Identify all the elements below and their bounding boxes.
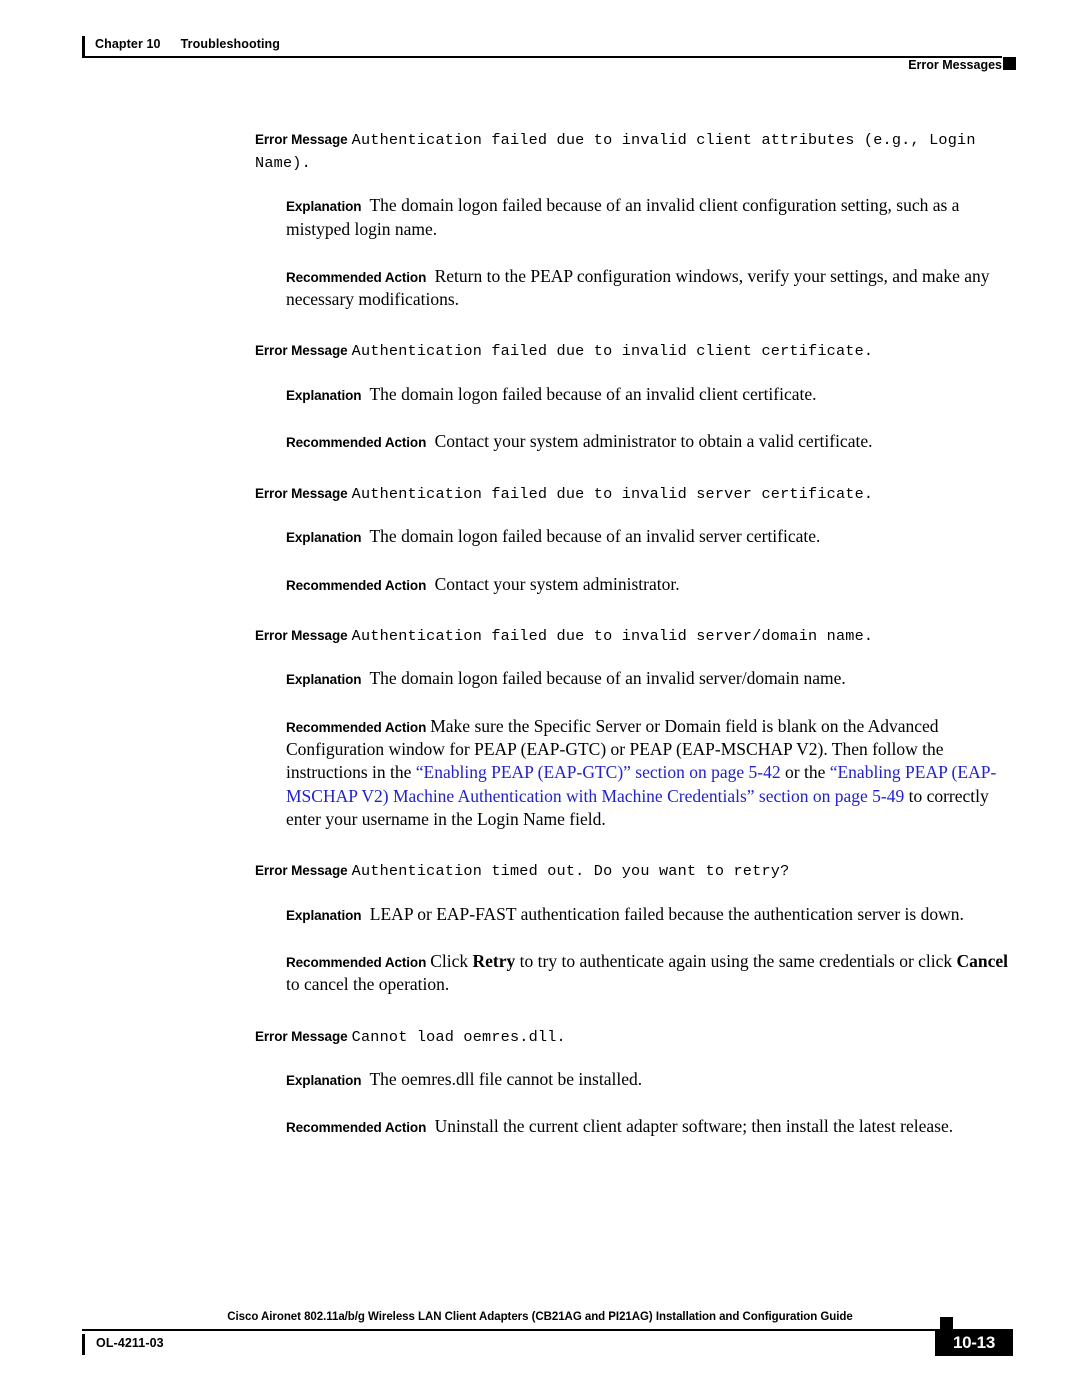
error-message-label: Error Message xyxy=(255,1028,348,1044)
recommended-action-label: Recommended Action xyxy=(286,435,427,451)
explanation-line: Explanation The domain logon failed beca… xyxy=(0,194,1080,241)
error-message-text: Authentication failed due to invalid ser… xyxy=(351,626,874,645)
page-number-badge: 10-13 xyxy=(935,1329,1013,1356)
explanation-label: Explanation xyxy=(286,672,362,688)
error-message-text: Authentication failed due to invalid cli… xyxy=(351,342,874,361)
error-message-line: Error Message Authentication failed due … xyxy=(0,624,1080,647)
error-message-label: Error Message xyxy=(255,485,348,501)
breadcrumb: Chapter 10 Troubleshooting xyxy=(95,37,280,51)
header-rule xyxy=(82,56,1002,58)
recommended-action-label: Recommended Action xyxy=(286,719,427,735)
chapter-number: Chapter 10 xyxy=(95,37,161,51)
error-message-label: Error Message xyxy=(255,863,348,879)
cancel-button-name: Cancel xyxy=(956,951,1009,972)
page-content: Error Message Authentication failed due … xyxy=(0,128,1080,1167)
recommended-action-label: Recommended Action xyxy=(286,577,427,593)
recommended-action-line: Recommended Action Click Retry to try to … xyxy=(0,950,1080,997)
recommended-action-line: Recommended Action Contact your system a… xyxy=(0,573,1080,596)
error-message-text: Cannot load oemres.dll. xyxy=(351,1027,566,1046)
footer-left-marker xyxy=(82,1334,85,1355)
explanation-line: Explanation The oemres.dll file cannot b… xyxy=(0,1068,1080,1091)
recommended-action-text-part3: to cancel the operation. xyxy=(286,974,450,995)
chapter-title: Troubleshooting xyxy=(180,37,281,51)
recommended-action-line: Recommended Action Uninstall the current… xyxy=(0,1115,1080,1138)
error-message-text: Authentication failed due to invalid ser… xyxy=(351,484,874,503)
document-page: Chapter 10 Troubleshooting Error Messages… xyxy=(0,0,1080,1397)
recommended-action-text: Contact your system administrator. xyxy=(434,573,680,594)
retry-button-name: Retry xyxy=(472,951,516,972)
recommended-action-text-part2: to try to authenticate again using the s… xyxy=(515,951,957,972)
explanation-label: Explanation xyxy=(286,1073,362,1089)
recommended-action-text: Contact your system administrator to obt… xyxy=(434,431,873,452)
error-block: Error Message Cannot load oemres.dll. Ex… xyxy=(0,1025,1080,1139)
footer-guide-title: Cisco Aironet 802.11a/b/g Wireless LAN C… xyxy=(227,1311,853,1323)
explanation-label: Explanation xyxy=(286,907,362,923)
error-message-line: Error Message Authentication timed out. … xyxy=(0,859,1080,882)
header-section-title: Error Messages xyxy=(908,58,1002,72)
recommended-action-label: Recommended Action xyxy=(286,1120,427,1136)
recommended-action-line: Recommended Action Make sure the Specific… xyxy=(0,715,1080,831)
recommended-action-line: Recommended Action Contact your system a… xyxy=(0,430,1080,453)
header-left-marker xyxy=(82,36,85,57)
document-id: OL-4211-03 xyxy=(96,1336,164,1350)
recommended-action-label: Recommended Action xyxy=(286,955,427,971)
explanation-text: The domain logon failed because of an in… xyxy=(369,668,846,689)
footer-rule xyxy=(82,1329,1002,1331)
header-right-marker xyxy=(1003,57,1016,70)
explanation-text: The domain logon failed because of an in… xyxy=(369,526,821,547)
explanation-label: Explanation xyxy=(286,199,362,215)
recommended-action-line: Recommended Action Return to the PEAP co… xyxy=(0,265,1080,312)
error-message-label: Error Message xyxy=(255,627,348,643)
explanation-line: Explanation LEAP or EAP-FAST authenticat… xyxy=(0,903,1080,926)
explanation-line: Explanation The domain logon failed beca… xyxy=(0,667,1080,690)
recommended-action-text-part2: or the xyxy=(780,762,830,783)
error-message-line: Error Message Cannot load oemres.dll. xyxy=(0,1025,1080,1048)
cross-reference-link-enabling-peap-eap-gtc[interactable]: “Enabling PEAP (EAP-GTC)” section on pag… xyxy=(416,762,781,782)
explanation-label: Explanation xyxy=(286,388,362,404)
explanation-text: The domain logon failed because of an in… xyxy=(286,195,960,239)
error-message-line: Error Message Authentication failed due … xyxy=(0,339,1080,362)
error-block: Error Message Authentication failed due … xyxy=(0,624,1080,831)
explanation-text: The oemres.dll file cannot be installed. xyxy=(369,1069,643,1090)
error-block: Error Message Authentication failed due … xyxy=(0,339,1080,453)
page-header: Chapter 10 Troubleshooting Error Messages xyxy=(0,0,1080,90)
recommended-action-text-part1: Click xyxy=(430,951,473,972)
error-message-label: Error Message xyxy=(255,343,348,359)
explanation-text: The domain logon failed because of an in… xyxy=(369,384,817,405)
explanation-text: LEAP or EAP-FAST authentication failed b… xyxy=(369,903,964,924)
explanation-label: Explanation xyxy=(286,530,362,546)
error-block: Error Message Authentication timed out. … xyxy=(0,859,1080,996)
recommended-action-label: Recommended Action xyxy=(286,269,427,285)
error-message-line: Error Message Authentication failed due … xyxy=(0,482,1080,505)
error-message-label: Error Message xyxy=(255,132,348,147)
error-message-text: Authentication failed due to invalid cli… xyxy=(255,131,976,172)
error-block: Error Message Authentication failed due … xyxy=(0,482,1080,596)
explanation-line: Explanation The domain logon failed beca… xyxy=(0,525,1080,548)
error-message-text: Authentication timed out. Do you want to… xyxy=(351,862,790,881)
explanation-line: Explanation The domain logon failed beca… xyxy=(0,383,1080,406)
error-block: Error Message Authentication failed due … xyxy=(0,128,1080,311)
error-message-line: Error Message Authentication failed due … xyxy=(0,128,1080,173)
recommended-action-text: Uninstall the current client adapter sof… xyxy=(434,1116,954,1137)
